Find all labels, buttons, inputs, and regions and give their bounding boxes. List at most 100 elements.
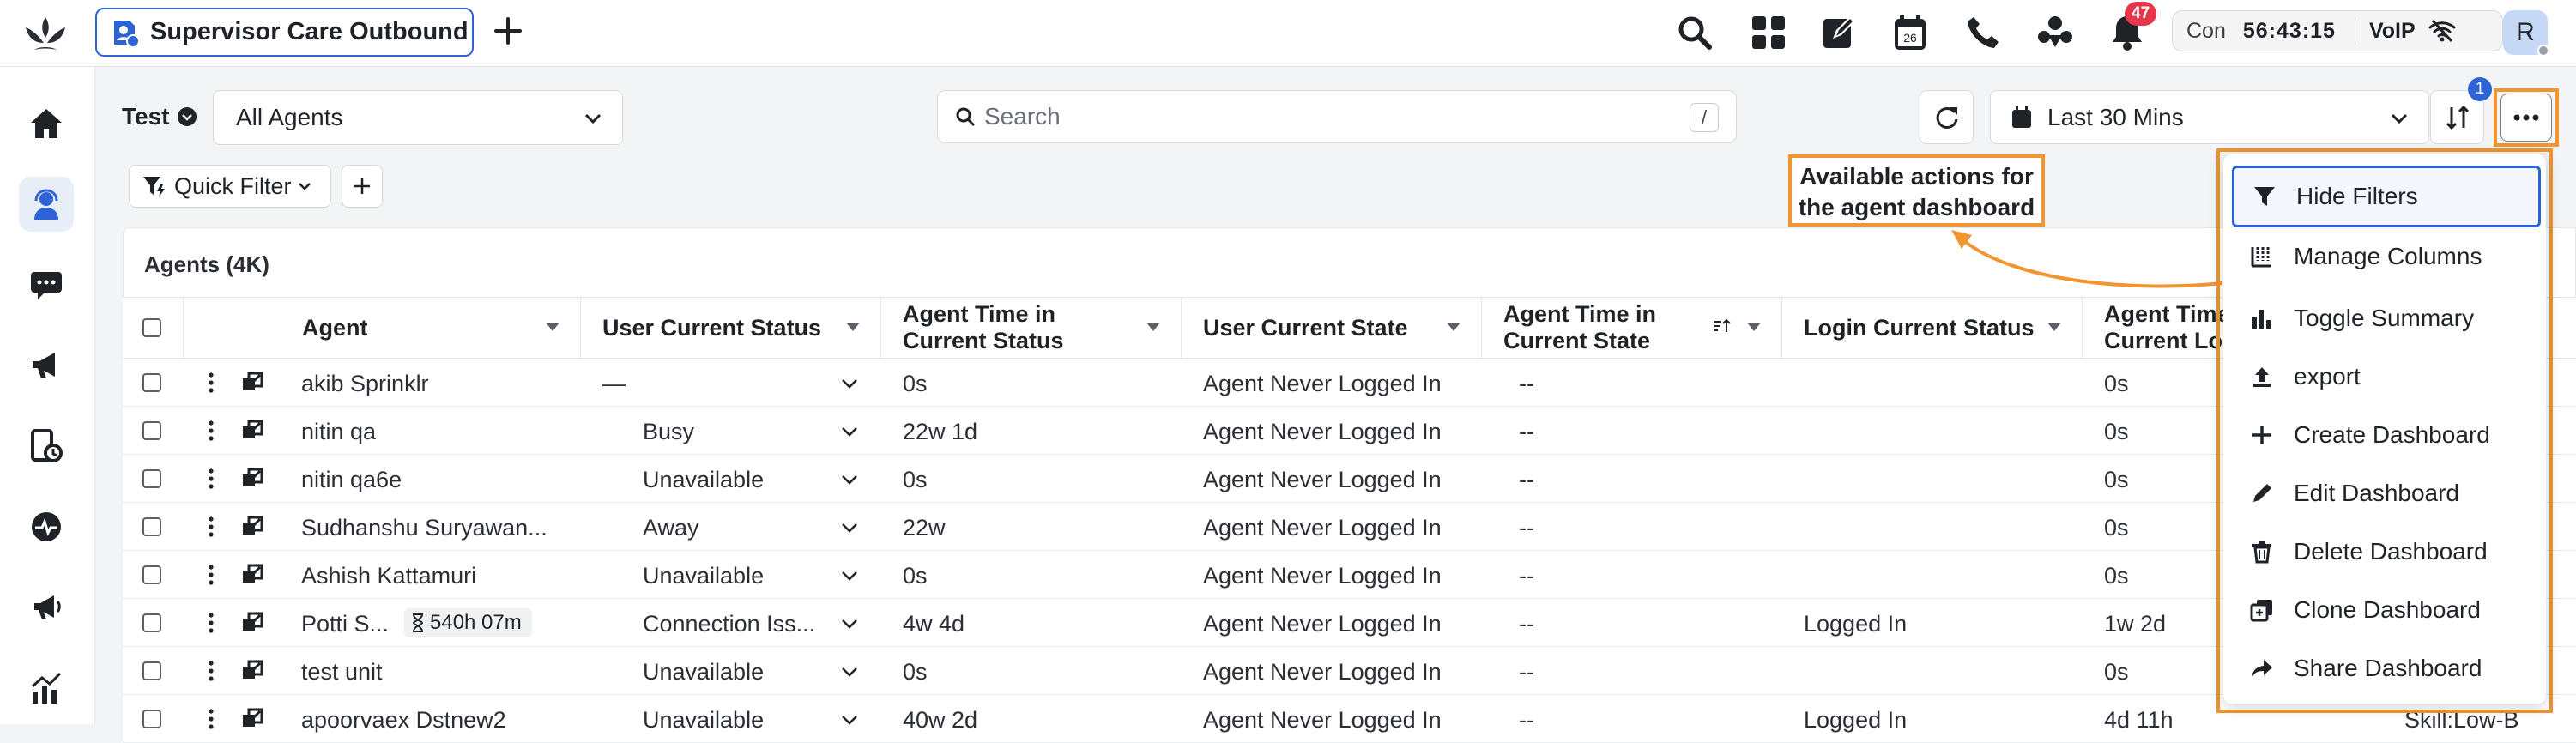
agent-name[interactable]: Ashish Kattamuri	[301, 563, 476, 589]
apps-grid-icon[interactable]	[1747, 11, 1790, 54]
agent-name[interactable]: akib Sprinklr	[301, 371, 429, 397]
calendar-icon[interactable]: 26	[1889, 11, 1932, 54]
row-actions-icon[interactable]	[209, 372, 214, 394]
open-window-icon[interactable]	[241, 708, 263, 730]
chevron-down-icon[interactable]	[841, 667, 858, 677]
column-menu-caret[interactable]	[1146, 323, 1160, 331]
view-selector[interactable]: Test	[122, 103, 197, 130]
row-checkbox[interactable]	[142, 613, 161, 632]
open-window-icon[interactable]	[241, 564, 263, 586]
agent-name[interactable]: nitin qa	[301, 419, 376, 445]
menu-item-delete-dashboard[interactable]: Delete Dashboard	[2232, 524, 2541, 579]
open-window-icon[interactable]	[241, 468, 263, 490]
search-input[interactable]: Search /	[937, 90, 1737, 143]
menu-item-create-dashboard[interactable]: Create Dashboard	[2232, 408, 2541, 462]
menu-item-manage-columns[interactable]: Manage Columns	[2232, 229, 2541, 284]
menu-item-toggle-summary[interactable]: Toggle Summary	[2232, 291, 2541, 346]
new-tab-plus-icon[interactable]	[491, 14, 525, 48]
open-window-icon[interactable]	[241, 660, 263, 682]
chevron-down-icon[interactable]	[841, 474, 858, 485]
search-icon[interactable]	[1673, 11, 1716, 54]
agent-name[interactable]: nitin qa6e	[301, 467, 402, 493]
chevron-down-icon[interactable]	[841, 571, 858, 581]
user-status-value[interactable]: Unavailable	[643, 563, 764, 589]
agent-name[interactable]: test unit	[301, 659, 383, 686]
column-header-user-current-state[interactable]: User Current State	[1203, 297, 1481, 359]
sidebar-item-campaigns[interactable]	[19, 338, 74, 393]
add-filter-button[interactable]	[342, 165, 383, 208]
column-menu-caret[interactable]	[2047, 323, 2061, 331]
column-menu-caret[interactable]	[846, 323, 860, 331]
user-status-value[interactable]: Connection Iss...	[643, 611, 815, 637]
row-actions-icon[interactable]	[209, 660, 214, 682]
sidebar-item-history[interactable]	[19, 419, 74, 474]
row-checkbox[interactable]	[142, 421, 161, 440]
menu-item-hide-filters[interactable]: Hide Filters	[2232, 166, 2541, 227]
menu-item-share-dashboard[interactable]: Share Dashboard	[2232, 641, 2541, 696]
row-checkbox[interactable]	[142, 565, 161, 584]
phone-icon[interactable]	[1962, 11, 2005, 54]
menu-item-export[interactable]: export	[2232, 349, 2541, 404]
sidebar-item-agents[interactable]	[19, 177, 74, 232]
row-checkbox[interactable]	[142, 710, 161, 728]
row-checkbox[interactable]	[142, 373, 161, 392]
open-window-icon[interactable]	[241, 516, 263, 538]
session-timer: 56:43:15	[2242, 18, 2336, 43]
date-range-select[interactable]: Last 30 Mins	[1990, 90, 2429, 144]
column-header-login-current-status[interactable]: Login Current Status	[1804, 297, 2082, 359]
quick-filter-button[interactable]: Quick Filter	[129, 165, 331, 208]
open-window-icon[interactable]	[241, 420, 263, 442]
refresh-icon	[1936, 106, 1957, 129]
user-avatar[interactable]: R	[2503, 10, 2549, 57]
menu-item-clone-dashboard[interactable]: Clone Dashboard	[2232, 583, 2541, 637]
menu-item-edit-dashboard[interactable]: Edit Dashboard	[2232, 466, 2541, 521]
row-actions-icon[interactable]	[209, 564, 214, 586]
connection-status[interactable]: Con 56:43:15 VoIP	[2172, 10, 2503, 51]
column-menu-caret[interactable]	[546, 323, 559, 331]
sprinklr-logo[interactable]	[22, 12, 69, 55]
user-status-value[interactable]: Unavailable	[643, 467, 764, 493]
column-header-agent-time-current-state[interactable]: Agent Time in Current State	[1503, 297, 1781, 359]
open-window-icon[interactable]	[241, 612, 263, 634]
sidebar-item-home[interactable]	[19, 96, 74, 151]
sidebar-item-messages[interactable]	[19, 257, 74, 312]
more-options-button[interactable]	[2500, 94, 2552, 142]
chevron-down-icon[interactable]	[841, 619, 858, 629]
agent-group-select[interactable]: All Agents	[213, 90, 623, 145]
column-header-user-current-status[interactable]: User Current Status	[602, 297, 880, 359]
user-status-value[interactable]: Unavailable	[643, 659, 764, 686]
compose-icon[interactable]	[1817, 11, 1860, 54]
sidebar-item-broadcast[interactable]	[19, 580, 74, 635]
user-status-value[interactable]: Away	[643, 515, 699, 541]
refresh-button[interactable]	[1920, 90, 1974, 144]
chevron-down-icon[interactable]	[841, 715, 858, 725]
agent-name[interactable]: Sudhanshu Suryawan...	[301, 515, 547, 541]
chevron-down-icon[interactable]	[841, 426, 858, 437]
column-menu-caret[interactable]	[1447, 323, 1460, 331]
user-status-value[interactable]: —	[602, 371, 626, 397]
row-actions-icon[interactable]	[209, 468, 214, 490]
row-checkbox[interactable]	[142, 469, 161, 488]
tab-supervisor-care-outbound[interactable]: Supervisor Care Outbound	[95, 8, 474, 57]
sidebar-item-analytics[interactable]	[19, 661, 74, 716]
column-menu-caret[interactable]	[1747, 323, 1761, 331]
row-checkbox[interactable]	[142, 661, 161, 680]
column-header-agent-time-current-status[interactable]: Agent Time in Current Status	[903, 297, 1181, 359]
chevron-down-icon[interactable]	[841, 523, 858, 533]
user-status-value[interactable]: Unavailable	[643, 707, 764, 734]
row-actions-icon[interactable]	[209, 516, 214, 538]
sidebar-item-monitor[interactable]	[19, 499, 74, 554]
row-actions-icon[interactable]	[209, 420, 214, 442]
row-actions-icon[interactable]	[209, 612, 214, 634]
row-actions-icon[interactable]	[209, 708, 214, 730]
agent-name[interactable]: Potti S...	[301, 611, 389, 637]
select-all-checkbox[interactable]	[142, 318, 161, 337]
agent-name[interactable]: apoorvaex Dstnew2	[301, 707, 506, 734]
sort-ascending-icon[interactable]	[1713, 317, 1732, 335]
open-window-icon[interactable]	[241, 372, 263, 394]
column-header-agent[interactable]: Agent	[302, 297, 580, 359]
team-icon[interactable]	[2034, 11, 2077, 54]
chevron-down-icon[interactable]	[841, 378, 858, 389]
user-status-value[interactable]: Busy	[643, 419, 694, 445]
row-checkbox[interactable]	[142, 517, 161, 536]
